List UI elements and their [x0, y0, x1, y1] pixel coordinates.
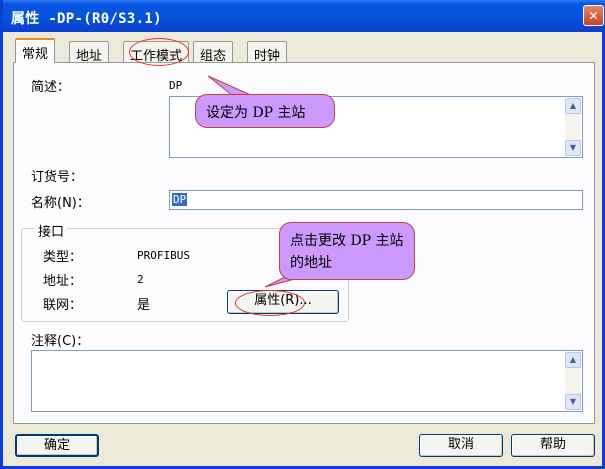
title-bar[interactable]: 属性 -DP-(R0/S3.1) ✕: [3, 0, 605, 32]
interface-group-title: 接口: [35, 221, 68, 240]
name-input[interactable]: DP: [169, 190, 583, 210]
callout-dp-master: 设定为 DP 主站: [195, 94, 335, 128]
cancel-button[interactable]: 取消: [419, 434, 503, 457]
network-value: 是: [137, 298, 151, 313]
name-input-value: DP: [172, 193, 188, 206]
highlight-oval-properties: [235, 290, 305, 316]
callout-change-address: 点击更改 DP 主站的地址: [279, 222, 415, 280]
comment-label: 注释(C)：: [31, 334, 90, 349]
tab-address[interactable]: 地址: [69, 41, 110, 64]
scroll-up-icon[interactable]: ▲: [565, 98, 581, 114]
tab-clock[interactable]: 时钟: [247, 41, 288, 64]
scroll-up-icon[interactable]: ▲: [565, 352, 581, 368]
help-button[interactable]: 帮助: [511, 434, 595, 457]
address-value: 2: [137, 273, 144, 286]
tab-general[interactable]: 常规: [15, 38, 56, 63]
network-label: 联网：: [43, 298, 83, 313]
order-number-label: 订货号：: [31, 170, 84, 185]
description-short-value: DP: [169, 79, 183, 92]
type-label: 类型：: [43, 250, 83, 265]
ok-button[interactable]: 确定: [15, 434, 99, 457]
window-title: 属性 -DP-(R0/S3.1): [11, 11, 162, 27]
comment-scrollbar[interactable]: ▲ ▼: [565, 352, 581, 410]
scroll-down-icon[interactable]: ▼: [565, 394, 581, 410]
tab-configuration[interactable]: 组态: [193, 41, 234, 64]
description-scrollbar[interactable]: ▲ ▼: [565, 98, 581, 156]
description-label: 简述：: [31, 80, 71, 95]
properties-dialog: 属性 -DP-(R0/S3.1) ✕ 常规 地址 工作模式 组态 时钟 简述： …: [0, 0, 605, 469]
close-icon: ✕: [588, 6, 599, 24]
name-label: 名称(N)：: [31, 196, 90, 211]
scroll-down-icon[interactable]: ▼: [565, 140, 581, 156]
address-label: 地址：: [43, 274, 83, 289]
comment-textarea[interactable]: ▲ ▼: [31, 350, 583, 412]
close-button[interactable]: ✕: [583, 5, 604, 26]
type-value: PROFIBUS: [137, 249, 190, 262]
highlight-oval-operating-mode: [129, 38, 189, 66]
